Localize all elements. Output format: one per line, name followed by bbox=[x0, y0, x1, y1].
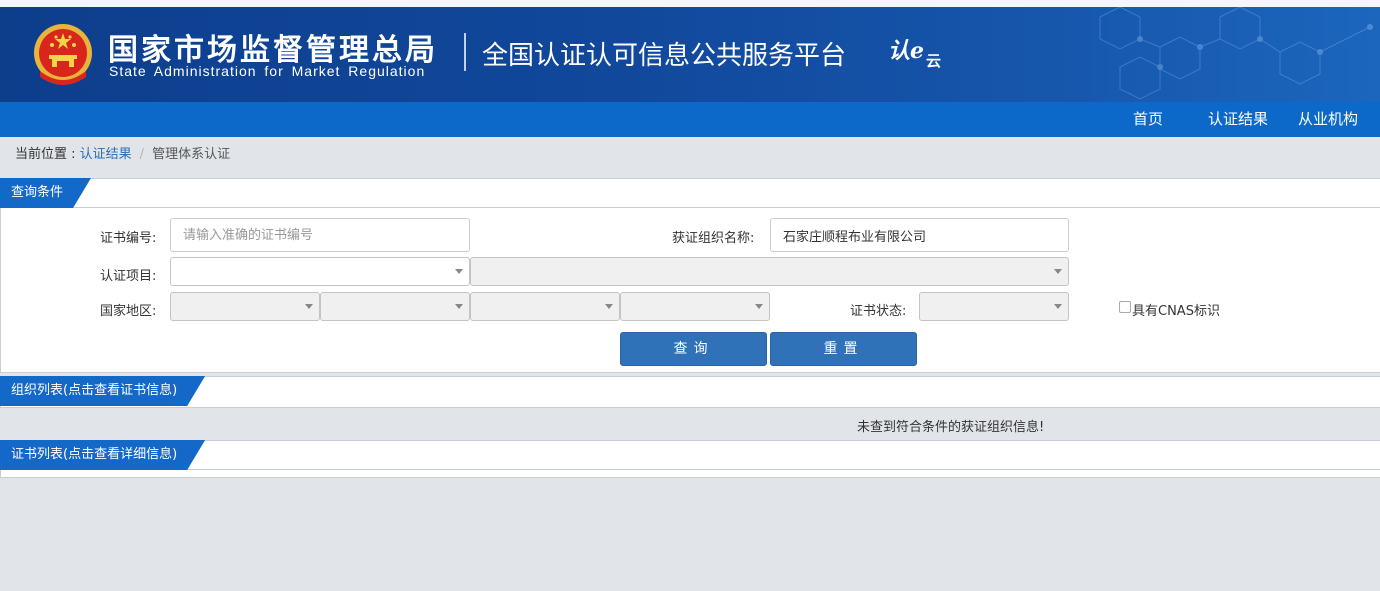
chevron-down-icon bbox=[305, 304, 313, 309]
national-emblem-icon bbox=[34, 24, 92, 85]
cnas-label: 具有CNAS标识 bbox=[1132, 304, 1220, 319]
main-nav: 首页 认证结果 从业机构 bbox=[0, 102, 1380, 137]
chevron-down-icon bbox=[755, 304, 763, 309]
query-panel-header: 查询条件 bbox=[1, 179, 1380, 208]
region-select-city[interactable] bbox=[470, 292, 620, 321]
region-select-province[interactable] bbox=[320, 292, 470, 321]
project-subselect[interactable] bbox=[470, 257, 1069, 286]
nav-item-home[interactable]: 首页 bbox=[1133, 102, 1163, 137]
project-select[interactable] bbox=[170, 257, 470, 286]
cert-no-label: 证书编号: bbox=[100, 231, 157, 246]
chevron-down-icon bbox=[1054, 269, 1062, 274]
cert-list-header: 证书列表(点击查看详细信息) bbox=[1, 441, 1380, 470]
reset-button[interactable]: 重置 bbox=[770, 332, 917, 366]
nav-item-institutions[interactable]: 从业机构 bbox=[1298, 102, 1358, 137]
region-select-district[interactable] bbox=[620, 292, 770, 321]
chevron-down-icon bbox=[1054, 304, 1062, 309]
search-button[interactable]: 查询 bbox=[620, 332, 767, 366]
hexagon-pattern-decoration bbox=[1099, 7, 1373, 100]
org-list-tab: 组织列表(点击查看证书信息) bbox=[0, 376, 205, 406]
status-select[interactable] bbox=[919, 292, 1069, 321]
platform-title: 全国认证认可信息公共服务平台 bbox=[482, 41, 847, 71]
org-list-empty-message: 未查到符合条件的获证组织信息! bbox=[857, 420, 1045, 435]
cert-no-input[interactable] bbox=[170, 218, 470, 252]
top-strip bbox=[0, 0, 1380, 7]
region-label: 国家地区: bbox=[100, 304, 157, 319]
project-label: 认证项目: bbox=[100, 269, 157, 284]
query-panel-tab: 查询条件 bbox=[0, 178, 91, 208]
region-select-country[interactable] bbox=[170, 292, 320, 321]
cnas-checkbox[interactable] bbox=[1119, 301, 1131, 313]
breadcrumb-current: 管理体系认证 bbox=[152, 147, 231, 162]
breadcrumb-prefix: 当前位置 : bbox=[15, 147, 80, 162]
org-list-header: 组织列表(点击查看证书信息) bbox=[1, 377, 1380, 406]
chevron-down-icon bbox=[455, 269, 463, 274]
breadcrumb: 当前位置 : 认证结果 / 管理体系认证 bbox=[15, 146, 230, 164]
chevron-down-icon bbox=[605, 304, 613, 309]
cert-list-tab: 证书列表(点击查看详细信息) bbox=[0, 440, 205, 470]
renyun-logo: 认e 云 bbox=[888, 38, 942, 70]
chevron-down-icon bbox=[455, 304, 463, 309]
breadcrumb-link-cert-results[interactable]: 认证结果 bbox=[80, 147, 132, 162]
header-divider bbox=[464, 33, 466, 71]
agency-title-en: State Administration for Market Regulati… bbox=[109, 63, 426, 79]
nav-item-cert-results[interactable]: 认证结果 bbox=[1208, 102, 1268, 137]
cert-list-panel: 证书列表(点击查看详细信息) bbox=[0, 440, 1380, 478]
org-name-label: 获证组织名称: bbox=[672, 231, 755, 246]
org-name-input[interactable] bbox=[770, 218, 1069, 252]
status-label: 证书状态: bbox=[850, 304, 907, 319]
org-list-panel: 组织列表(点击查看证书信息) bbox=[0, 376, 1380, 408]
breadcrumb-separator: / bbox=[139, 147, 145, 162]
site-header: 国家市场监督管理总局 State Administration for Mark… bbox=[0, 7, 1380, 102]
